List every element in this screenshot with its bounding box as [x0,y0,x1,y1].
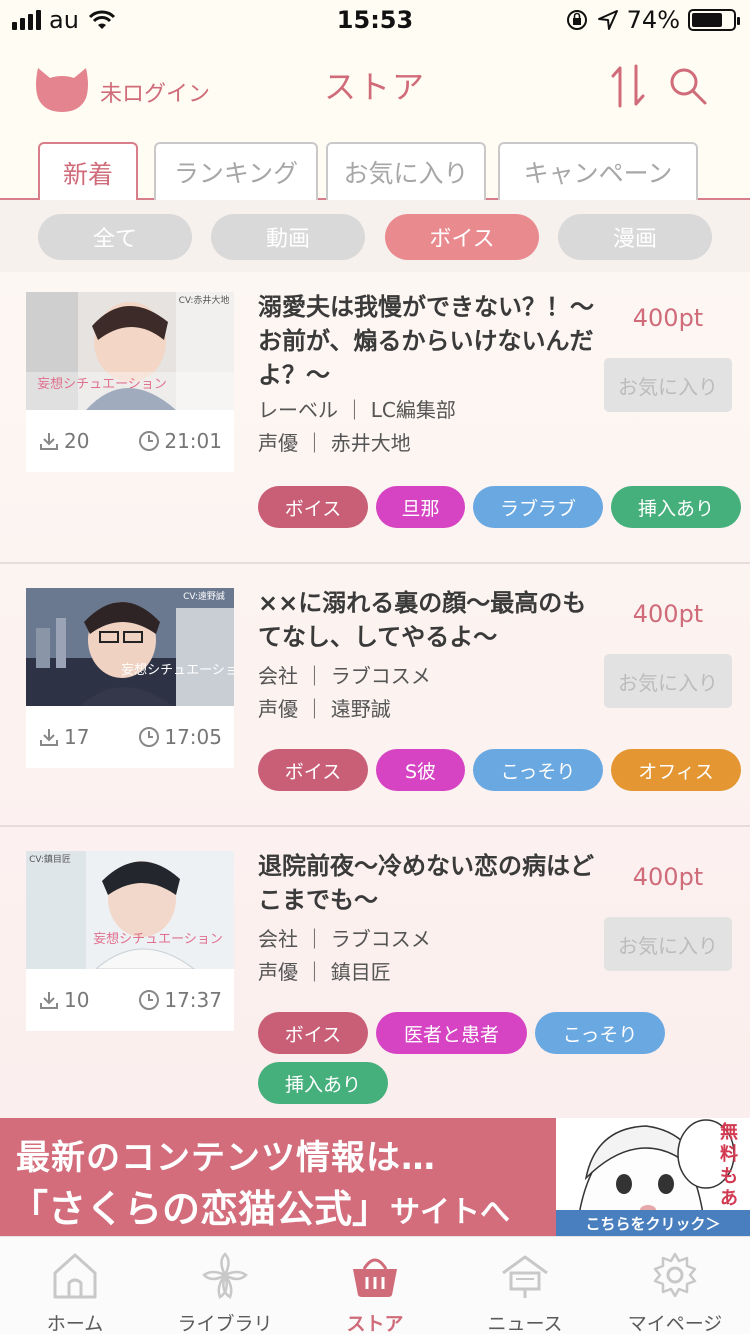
cover-image: CV:遠野誠 妄想シチュエーション [26,588,234,706]
clock-icon [139,727,160,747]
item-price: 400pt [632,863,704,891]
basket-icon [353,1258,397,1297]
sort-icon[interactable] [610,64,646,108]
banner-headline: 最新のコンテンツ情報は… [16,1138,436,1178]
list-item[interactable]: CV:赤井大地 妄想シチュエーション 20 21:01 溺愛夫は我慢ができない？… [0,272,750,564]
tag-chip[interactable]: 旦那 [376,486,465,528]
download-icon [40,992,58,1009]
list-item[interactable]: CV:鎮目匠 妄想シチュエーション 10 17:37 退院前夜〜冷めない恋の病は… [0,827,750,1118]
nav-home[interactable]: ホーム [0,1237,150,1334]
news-house-icon [502,1255,548,1298]
tab-campaign[interactable]: キャンペーン [498,142,698,200]
list-item[interactable]: CV:遠野誠 妄想シチュエーション 17 17:05 ××に溺れる裏の顔〜最高の… [0,564,750,827]
status-bar: au 15:53 74% [0,0,750,40]
tag-chip[interactable]: ボイス [258,1012,368,1054]
svg-text:妄想シチュエーション: 妄想シチュエーション [37,376,167,392]
clock-icon [139,431,160,451]
item-title[interactable]: ××に溺れる裏の顔〜最高のもてなし、してやるよ〜 [258,586,603,654]
duration: 17:37 [164,988,222,1012]
promo-banner[interactable]: 最新のコンテンツ情報は… 「さくらの恋猫公式」サイトへ 無料もある!? こちらを… [0,1118,750,1236]
home-icon [53,1253,97,1299]
banner-suffix: サイトへ [390,1195,511,1230]
duration: 17:05 [164,725,222,749]
search-icon[interactable] [668,66,708,106]
main-tabs: 新着 ランキング お気に入り キャンペーン [0,140,750,202]
gear-icon [653,1252,697,1298]
tag-chip[interactable]: ボイス [258,486,368,528]
duration: 21:01 [164,429,222,453]
cover-image: CV:鎮目匠 妄想シチュエーション [26,851,234,969]
location-icon [597,10,618,30]
tag-chip[interactable]: 医者と患者 [376,1012,527,1054]
battery-icon [688,9,740,31]
tag-chip[interactable]: ボイス [258,749,368,791]
banner-site-name: 「さくらの恋猫公式」 [10,1187,391,1231]
rotation-lock-icon [566,10,587,30]
tab-new[interactable]: 新着 [38,142,138,202]
tag-chip[interactable]: 挿入あり [611,486,741,528]
cover-image: CV:赤井大地 妄想シチュエーション [26,292,234,410]
thumbnail-card[interactable]: CV:遠野誠 妄想シチュエーション 17 17:05 [26,588,234,768]
download-count: 20 [64,429,90,453]
bottom-nav: ホーム ライブラリ ストア ニュース マイページ [0,1236,750,1334]
tag-chip[interactable]: こっそり [473,749,603,791]
thumbnail-card[interactable]: CV:鎮目匠 妄想シチュエーション 10 17:37 [26,851,234,1031]
svg-text:CV:赤井大地: CV:赤井大地 [179,294,230,306]
item-title[interactable]: 退院前夜〜冷めない恋の病はどこまでも〜 [258,849,603,917]
nav-news[interactable]: ニュース [450,1237,600,1334]
favorite-button[interactable]: お気に入り [604,654,732,708]
tab-favorites[interactable]: お気に入り [326,142,486,200]
download-count: 10 [64,988,90,1012]
tag-chip[interactable]: S彼 [376,749,465,791]
item-company: 会社 ｜ ラブコスメ [258,927,431,951]
item-price: 400pt [632,304,704,332]
nav-library[interactable]: ライブラリ [150,1237,300,1334]
tag-chip[interactable]: こっそり [535,1012,665,1054]
sakura-icon [202,1252,248,1299]
tag-chip[interactable]: オフィス [611,749,741,791]
item-company: 会社 ｜ ラブコスメ [258,664,431,688]
filter-video[interactable]: 動画 [211,214,365,260]
battery-percent: 74% [626,6,680,34]
product-list: CV:赤井大地 妄想シチュエーション 20 21:01 溺愛夫は我慢ができない？… [0,272,750,1118]
item-voice-actor: 声優 ｜ 赤井大地 [258,431,411,455]
svg-text:CV:鎮目匠: CV:鎮目匠 [29,853,71,865]
svg-text:妄想シチュエーション: 妄想シチュエーション [93,931,223,947]
download-count: 17 [64,725,90,749]
item-title[interactable]: 溺愛夫は我慢ができない？！〜お前が、煽るからいけないんだよ？〜 [258,290,603,392]
tab-ranking[interactable]: ランキング [154,142,318,200]
app-header: 未ログイン ストア [0,40,750,140]
item-price: 400pt [632,600,704,628]
svg-text:妄想シチュエーション: 妄想シチュエーション [121,662,234,678]
filter-all[interactable]: 全て [38,214,192,260]
banner-cta[interactable]: こちらをクリック＞ [556,1210,750,1236]
category-filters: 全て 動画 ボイス 漫画 [0,200,750,272]
thumbnail-card[interactable]: CV:赤井大地 妄想シチュエーション 20 21:01 [26,292,234,472]
favorite-button[interactable]: お気に入り [604,358,732,412]
item-label: レーベル ｜ LC編集部 [258,398,456,422]
download-icon [40,433,58,450]
nav-mypage[interactable]: マイページ [600,1237,750,1334]
svg-text:CV:遠野誠: CV:遠野誠 [183,590,225,602]
download-icon [40,729,58,746]
tag-chip[interactable]: 挿入あり [258,1062,388,1104]
item-voice-actor: 声優 ｜ 鎮目匠 [258,960,391,984]
item-voice-actor: 声優 ｜ 遠野誠 [258,697,391,721]
clock-icon [139,990,160,1010]
filter-voice[interactable]: ボイス [385,214,539,260]
filter-manga[interactable]: 漫画 [558,214,712,260]
nav-store[interactable]: ストア [300,1237,450,1334]
favorite-button[interactable]: お気に入り [604,917,732,971]
tag-chip[interactable]: ラブラブ [473,486,603,528]
